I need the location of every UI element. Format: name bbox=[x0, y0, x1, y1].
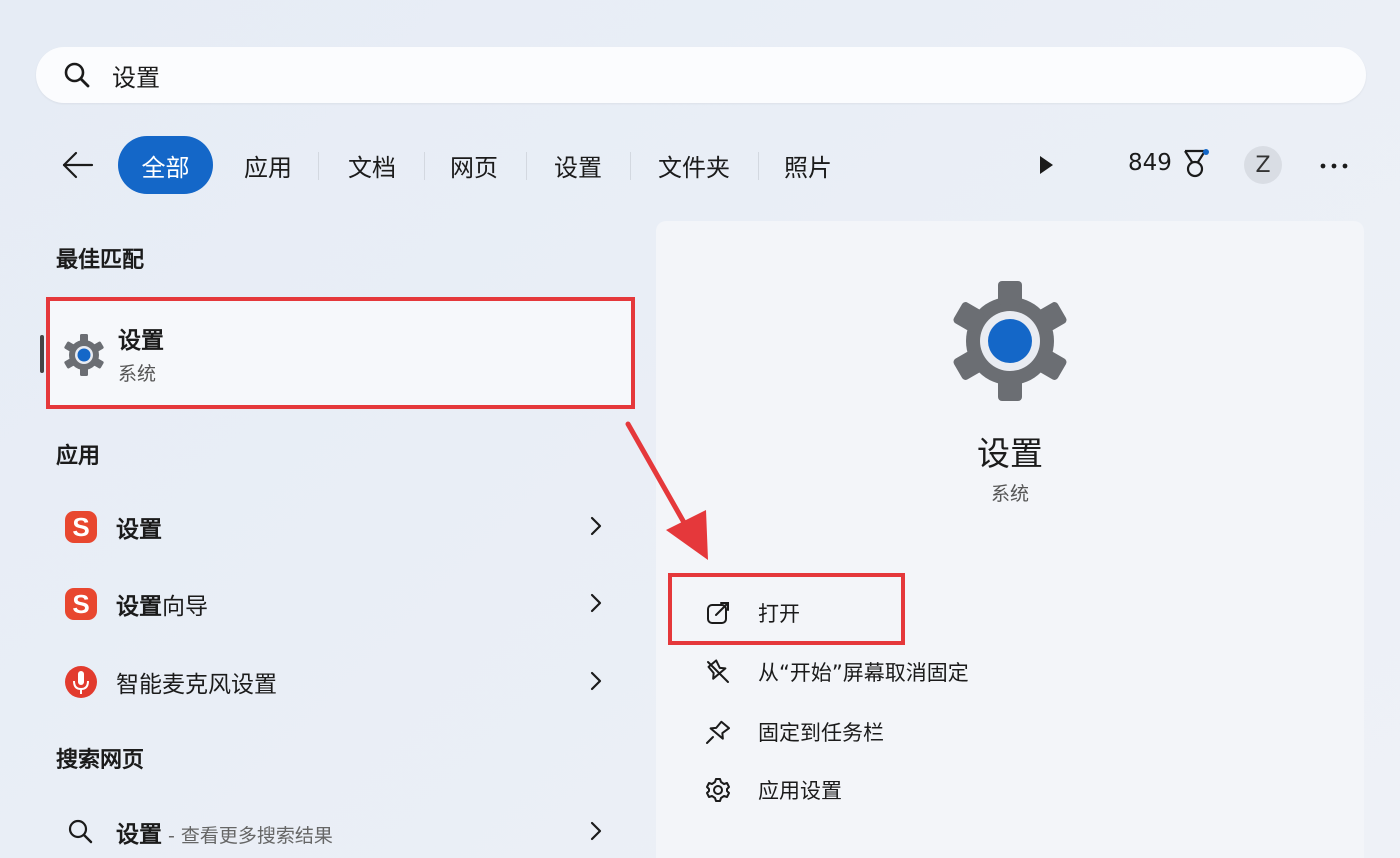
best-match-subtitle: 系统 bbox=[118, 363, 157, 385]
app-item-mic-settings[interactable]: 智能麦克风设置 bbox=[46, 651, 626, 711]
search-icon bbox=[68, 819, 93, 844]
app-item-settings-wizard[interactable]: S 设置向导 bbox=[46, 573, 626, 633]
selection-indicator bbox=[40, 335, 44, 373]
svg-text:S: S bbox=[72, 589, 89, 619]
gear-icon bbox=[953, 281, 1067, 401]
avatar[interactable]: Z bbox=[1244, 146, 1282, 184]
action-label: 固定到任务栏 bbox=[758, 721, 884, 745]
app-item-label: 设置向导 bbox=[116, 594, 208, 620]
best-match-item[interactable]: 设置 系统 bbox=[40, 297, 635, 409]
filter-bar: 全部 应用 文档 网页 设置 文件夹 照片 849 Z bbox=[0, 136, 1400, 194]
tab-separator bbox=[318, 152, 319, 180]
tab-photos[interactable]: 照片 bbox=[768, 136, 848, 194]
action-pin-taskbar[interactable]: 固定到任务栏 bbox=[704, 709, 1024, 753]
gear-icon bbox=[64, 334, 104, 376]
tab-settings[interactable]: 设置 bbox=[538, 136, 618, 194]
svg-text:S: S bbox=[72, 512, 89, 542]
avatar-initial: Z bbox=[1255, 152, 1271, 178]
section-best-match: 最佳匹配 bbox=[56, 248, 145, 273]
tab-separator bbox=[630, 152, 631, 180]
gear-icon bbox=[706, 778, 730, 802]
tab-all[interactable]: 全部 bbox=[118, 136, 213, 194]
search-input[interactable]: 设置 bbox=[112, 58, 160, 93]
app-item-label: 设置 bbox=[116, 517, 162, 543]
play-icon[interactable] bbox=[1036, 153, 1056, 177]
tab-separator bbox=[526, 152, 527, 180]
tab-documents[interactable]: 文档 bbox=[330, 136, 414, 194]
action-app-settings[interactable]: 应用设置 bbox=[704, 767, 1024, 811]
back-arrow-icon[interactable] bbox=[58, 148, 98, 182]
search-bar[interactable]: 设置 bbox=[36, 47, 1366, 103]
web-search-label: 设置 - 查看更多搜索结果 bbox=[116, 822, 333, 848]
action-label: 从“开始”屏幕取消固定 bbox=[758, 661, 969, 685]
best-match-name: 设置 bbox=[118, 328, 164, 354]
sogou-icon: S bbox=[65, 588, 97, 620]
tab-apps[interactable]: 应用 bbox=[228, 136, 308, 194]
chevron-right-icon[interactable] bbox=[590, 671, 602, 691]
section-web-search: 搜索网页 bbox=[56, 748, 145, 773]
medal-icon[interactable] bbox=[1180, 148, 1210, 180]
highlight-open-box bbox=[668, 573, 905, 645]
action-unpin-start[interactable]: 从“开始”屏幕取消固定 bbox=[704, 649, 1024, 693]
detail-panel: 设置 系统 打开 从“开始”屏幕取消固定 固定到任务栏 应用设置 bbox=[656, 221, 1364, 858]
action-label: 应用设置 bbox=[758, 779, 842, 803]
chevron-right-icon[interactable] bbox=[590, 516, 602, 536]
sogou-icon: S bbox=[65, 511, 97, 543]
arrow-annotation-icon bbox=[625, 421, 708, 560]
detail-title: 设置 bbox=[977, 434, 1043, 473]
more-options-icon[interactable] bbox=[1318, 156, 1350, 176]
section-apps: 应用 bbox=[56, 444, 101, 469]
tab-separator bbox=[424, 152, 425, 180]
detail-subtitle: 系统 bbox=[990, 483, 1029, 505]
chevron-right-icon[interactable] bbox=[590, 593, 602, 613]
tab-folders[interactable]: 文件夹 bbox=[642, 136, 746, 194]
chevron-right-icon[interactable] bbox=[590, 821, 602, 841]
app-item-label: 智能麦克风设置 bbox=[116, 672, 277, 698]
app-item-settings[interactable]: S 设置 bbox=[46, 496, 626, 556]
search-icon bbox=[64, 62, 90, 88]
rewards-points[interactable]: 849 bbox=[1128, 150, 1172, 176]
web-search-item[interactable]: 设置 - 查看更多搜索结果 bbox=[46, 801, 626, 858]
pin-icon bbox=[706, 720, 731, 744]
tab-web[interactable]: 网页 bbox=[434, 136, 514, 194]
tab-separator bbox=[758, 152, 759, 180]
unpin-icon bbox=[707, 659, 729, 683]
mic-settings-icon bbox=[65, 666, 97, 698]
